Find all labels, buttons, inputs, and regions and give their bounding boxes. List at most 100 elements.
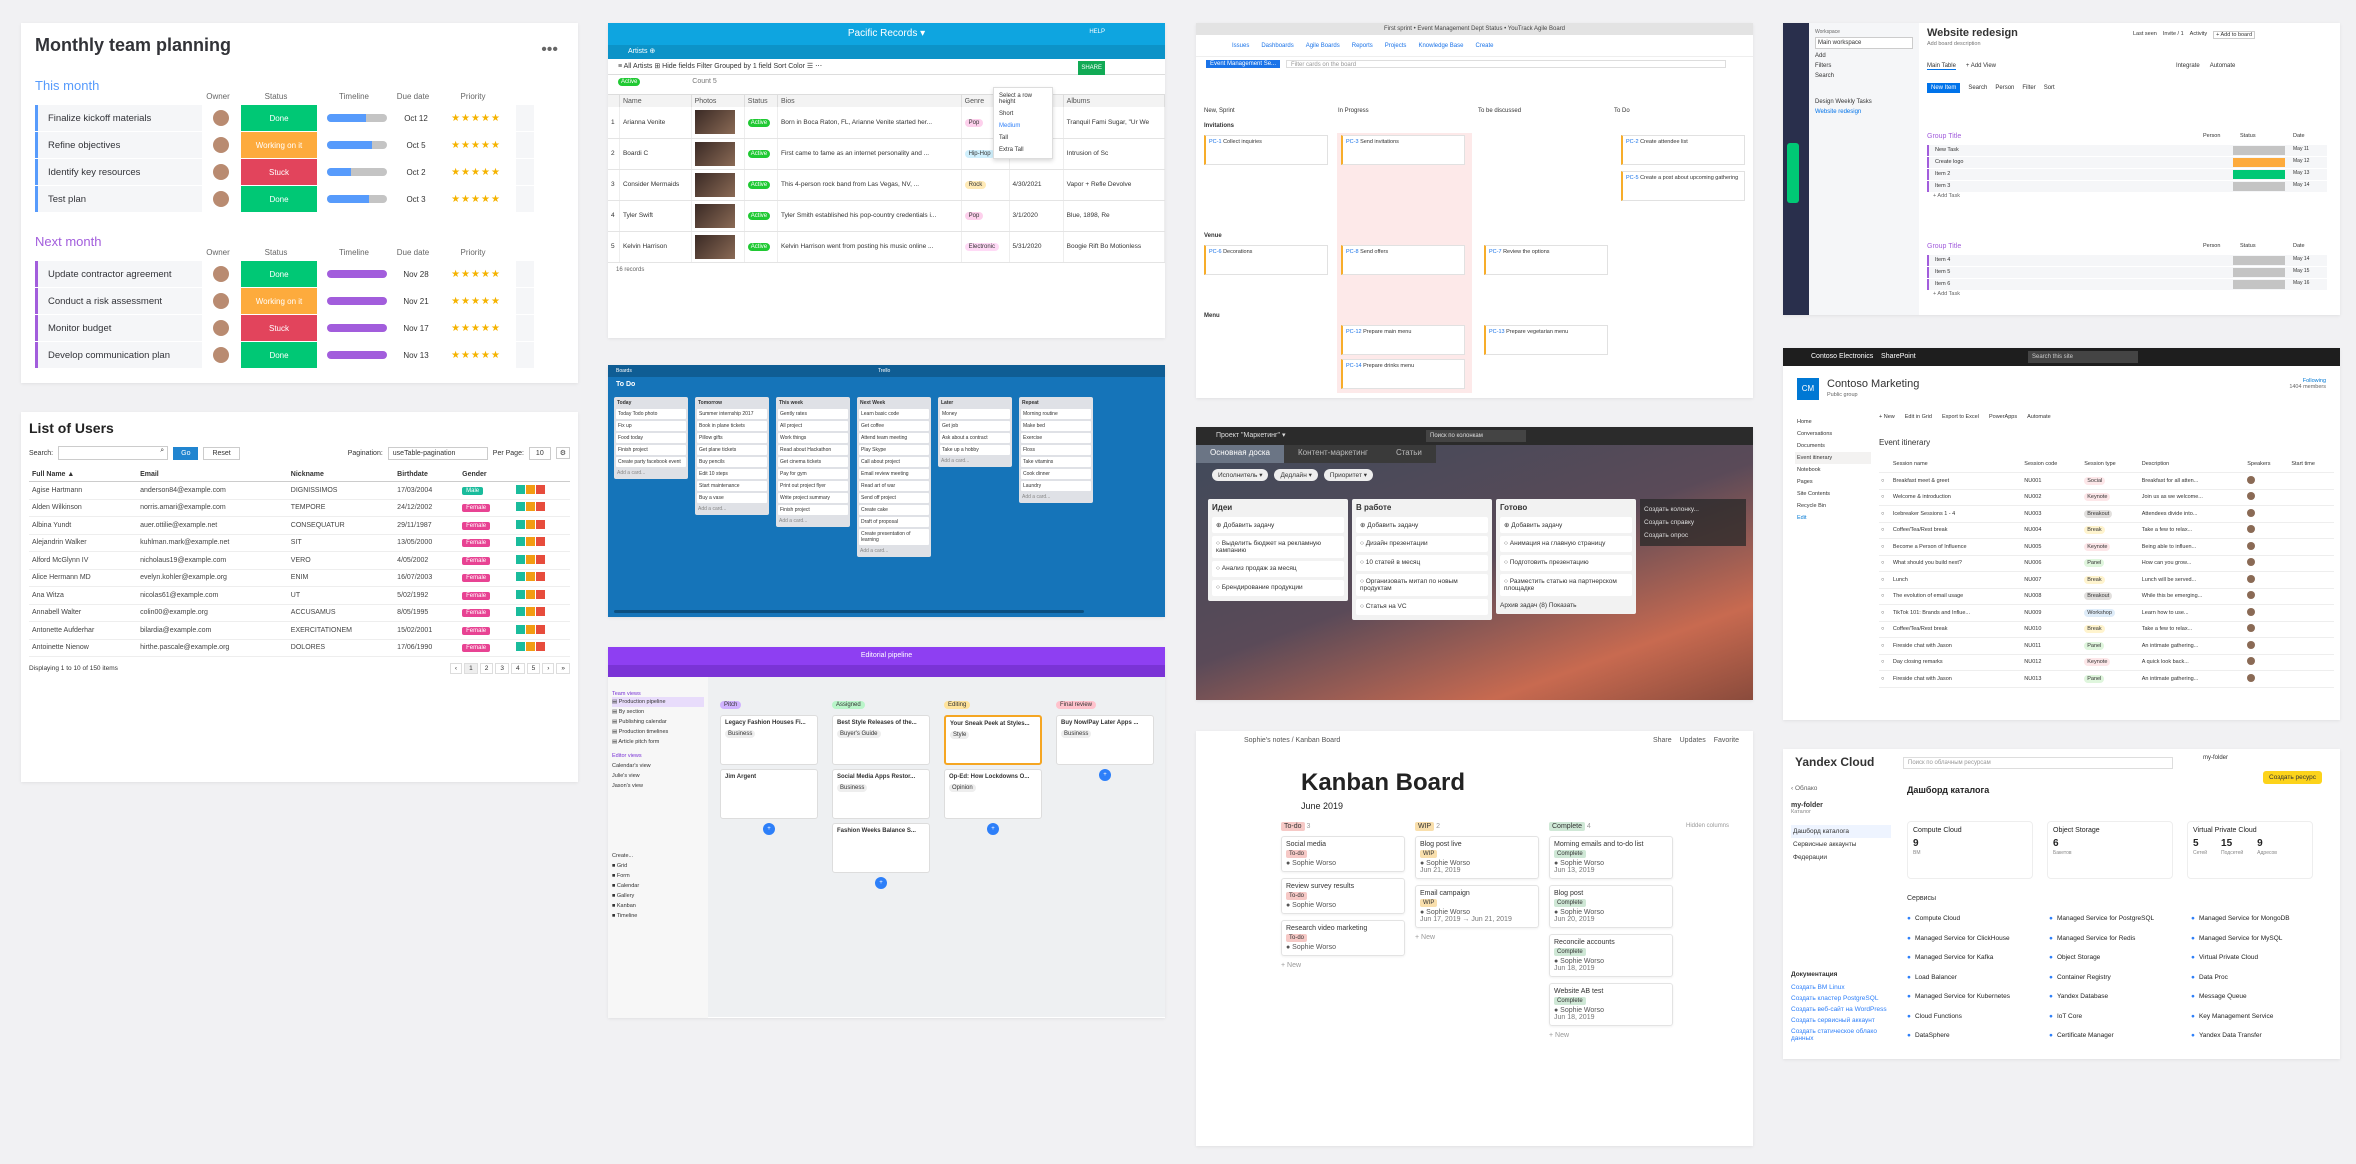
table-row[interactable]: Test plan Done Oct 3 ★★★★★ bbox=[35, 186, 564, 212]
trello-card[interactable]: Create presentation of learning bbox=[859, 529, 929, 545]
add-task-button[interactable]: + Add Task bbox=[1933, 291, 1960, 297]
date-cell[interactable]: May 14 bbox=[2293, 182, 2309, 188]
column-title[interactable]: Готово bbox=[1500, 501, 1632, 514]
column-header[interactable]: Email bbox=[137, 468, 288, 482]
timeline-bar[interactable] bbox=[318, 261, 396, 287]
view-item[interactable]: ▤ Publishing calendar bbox=[612, 717, 704, 727]
service-link[interactable]: ● Message Queue bbox=[2191, 987, 2290, 1007]
trello-card[interactable]: Work things bbox=[778, 433, 848, 443]
list-title[interactable]: Tomorrow bbox=[697, 399, 767, 407]
status-badge[interactable]: Done bbox=[241, 342, 317, 368]
swimlane-title[interactable]: Menu bbox=[1204, 313, 1220, 319]
add-to-board-button[interactable]: + Add to board bbox=[2213, 31, 2256, 39]
site-search[interactable]: Search this site bbox=[2028, 351, 2138, 363]
nav-item[interactable]: Дашборд каталога bbox=[1791, 825, 1891, 838]
trello-card[interactable]: Create party facebook event bbox=[616, 457, 686, 467]
kanban-card[interactable]: Blog post Complete ● Sophie Worso Jun 20, 2… bbox=[1549, 885, 1673, 928]
issue-id[interactable]: PC-14 bbox=[1346, 363, 1363, 369]
nav-item[interactable]: Pages bbox=[1795, 476, 1871, 488]
nav-item[interactable]: Сервисные аккаунты bbox=[1791, 838, 1891, 851]
service-link[interactable]: ● Yandex Data Transfer bbox=[2191, 1026, 2290, 1046]
trello-card[interactable]: Email review meeting bbox=[859, 469, 929, 479]
tab-main-table[interactable]: Main Table bbox=[1927, 63, 1956, 70]
priority-stars[interactable]: ★★★★★ bbox=[436, 132, 516, 158]
table-row[interactable]: Monitor budget Stuck Nov 17 ★★★★★ bbox=[35, 315, 564, 341]
delete-icon[interactable] bbox=[535, 484, 545, 494]
issue-id[interactable]: PC-1 bbox=[1209, 139, 1223, 145]
column-header[interactable]: Full Name ▲ bbox=[29, 468, 138, 482]
service-link[interactable]: ● Managed Service for MySQL bbox=[2191, 929, 2290, 949]
trello-card[interactable]: Read about Hackathon bbox=[778, 445, 848, 455]
nav-item[interactable]: Event itinerary bbox=[1795, 452, 1871, 464]
owner-avatar[interactable] bbox=[202, 186, 240, 212]
table-row[interactable]: Agise Hartmann anderson84@example.com DIGN… bbox=[29, 481, 570, 500]
add-task-button[interactable]: ⊕ Добавить задачу bbox=[1356, 517, 1488, 533]
list-title[interactable]: Later bbox=[940, 399, 1010, 407]
table-row[interactable]: Alice Hermann MD evelyn.kohler@example.or… bbox=[29, 569, 570, 587]
add-card-button[interactable]: + bbox=[987, 823, 999, 835]
timeline-bar[interactable] bbox=[318, 105, 396, 131]
date-cell[interactable]: May 11 bbox=[2293, 146, 2309, 152]
view-icon[interactable] bbox=[515, 502, 525, 512]
edit-icon[interactable] bbox=[525, 572, 535, 582]
trello-card[interactable]: Finish project bbox=[778, 505, 848, 515]
create-resource-button[interactable]: Создать ресурс bbox=[2263, 771, 2323, 784]
item-name[interactable]: Item 5 bbox=[1935, 269, 1950, 275]
trello-card[interactable]: Edit 10 steps bbox=[697, 469, 767, 479]
add-view-button[interactable]: + Add View bbox=[1966, 63, 1996, 70]
item-name[interactable]: Monitor budget bbox=[38, 315, 202, 341]
page-button[interactable]: » bbox=[556, 663, 570, 674]
item-name[interactable]: Item 3 bbox=[1935, 183, 1950, 189]
new-card-button[interactable]: + New bbox=[1281, 962, 1405, 969]
dropdown-option[interactable]: Tall bbox=[996, 132, 1050, 144]
settings-icon[interactable]: ⚙ bbox=[555, 447, 570, 459]
table-row[interactable]: Alford McGlynn IV nicholaus19@example.com… bbox=[29, 551, 570, 570]
row-checkbox[interactable]: ○ bbox=[1879, 489, 1891, 506]
timeline-bar[interactable] bbox=[318, 288, 396, 314]
doc-link[interactable]: Создать статическое облако данных bbox=[1791, 1026, 1901, 1044]
page-button[interactable]: 4 bbox=[510, 663, 525, 674]
due-date[interactable]: Oct 5 bbox=[396, 132, 436, 158]
column-header[interactable]: To-do 3 bbox=[1281, 822, 1405, 831]
item-name[interactable]: Item 2 bbox=[1935, 171, 1950, 177]
record-row[interactable]: 5 Kelvin Harrison Active Kelvin Harrison we… bbox=[608, 231, 1165, 263]
back-link[interactable]: ‹ Облако bbox=[1791, 785, 1891, 792]
view-item[interactable]: Calendar's view bbox=[612, 761, 704, 771]
table-row[interactable]: Update contractor agreement Done Nov 28 ★★★… bbox=[35, 261, 564, 287]
article-card[interactable]: Op-Ed: How Lockdowns O... Opinion bbox=[944, 769, 1042, 819]
table-row[interactable]: Alejandrin Walker kuhlman.mark@example.ne… bbox=[29, 534, 570, 552]
column-header[interactable] bbox=[1879, 456, 1891, 473]
table-row[interactable]: ○ The evolution of email usage NU008 Breako… bbox=[1879, 588, 2334, 605]
base-title[interactable]: Pacific Records ▾ bbox=[608, 23, 1165, 45]
photo-thumbnail[interactable] bbox=[694, 141, 735, 166]
doc-link[interactable]: Создать кластер PostgreSQL bbox=[1791, 993, 1901, 1004]
session-name[interactable]: Day closing remarks bbox=[1890, 654, 2023, 671]
due-date[interactable]: Nov 13 bbox=[396, 342, 436, 368]
trello-card[interactable]: Draft of proposal bbox=[859, 517, 929, 527]
task-card[interactable]: ○ Дизайн презентации bbox=[1356, 536, 1488, 552]
date-cell[interactable]: May 16 bbox=[2293, 280, 2309, 286]
column-header[interactable]: New, Sprint bbox=[1204, 108, 1235, 114]
page-button[interactable]: ‹ bbox=[449, 663, 463, 674]
issue-id[interactable]: PC-8 bbox=[1346, 249, 1360, 255]
group-title[interactable]: Group Title bbox=[1927, 133, 1961, 140]
priority-stars[interactable]: ★★★★★ bbox=[436, 261, 516, 287]
page-button[interactable]: 2 bbox=[479, 663, 494, 674]
item-name[interactable]: New Task bbox=[1935, 147, 1959, 153]
workspace-select[interactable]: Main workspace bbox=[1815, 37, 1913, 49]
due-date[interactable]: Nov 21 bbox=[396, 288, 436, 314]
table-row[interactable]: Alden Wilkinson norris.amari@example.com T… bbox=[29, 499, 570, 517]
column-header[interactable]: Speakers bbox=[2245, 456, 2290, 473]
view-type[interactable]: ■ Kanban bbox=[612, 901, 704, 911]
org-name[interactable]: Contoso Electronics bbox=[1811, 353, 1873, 360]
edit-icon[interactable] bbox=[525, 642, 535, 652]
issue-card[interactable]: PC-8 Send offers bbox=[1341, 245, 1465, 275]
project-select[interactable]: Проект "Маркетинг" ▾ bbox=[1216, 432, 1285, 439]
trello-card[interactable]: Food today bbox=[616, 433, 686, 443]
nav-item[interactable]: Home bbox=[1795, 416, 1871, 428]
photo-thumbnail[interactable] bbox=[694, 234, 735, 259]
status-cell[interactable] bbox=[2233, 256, 2285, 265]
new-card-button[interactable]: + New bbox=[1415, 934, 1539, 941]
table-row[interactable]: Albina Yundt auer.ottilie@example.net CONS… bbox=[29, 516, 570, 535]
table-row[interactable]: ○ Welcome & introduction NU002 Keynote Join … bbox=[1879, 489, 2334, 506]
